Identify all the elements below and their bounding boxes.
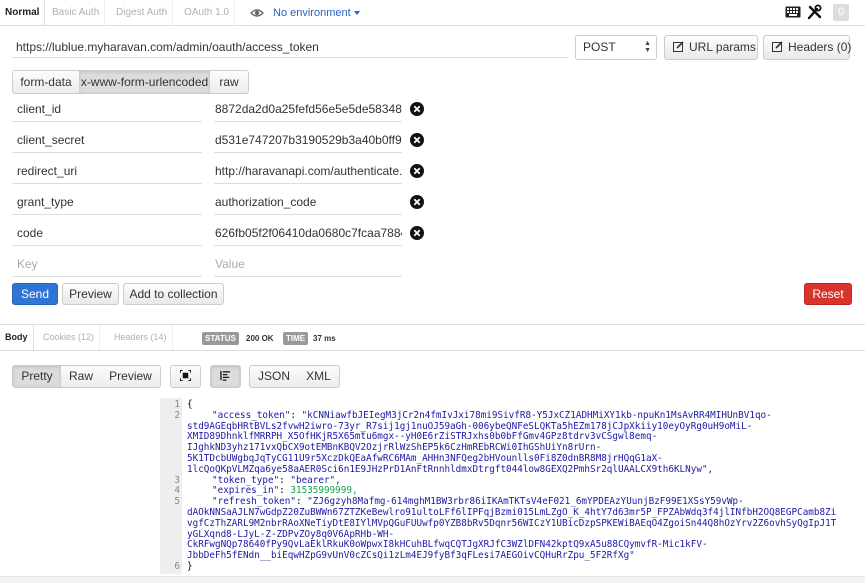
response-bar: Body Cookies (12) Headers (14) STATUS 20… (0, 324, 865, 351)
expand-icon (180, 370, 191, 381)
status-label: STATUS (202, 332, 239, 345)
url-params-label: URL params (689, 40, 756, 54)
method-select[interactable]: POST ▲ ▼ (575, 35, 657, 60)
param-value[interactable]: 8872da2d0a25fefd56e5e5de583484b1 (214, 96, 402, 122)
auth-tab-basic[interactable]: Basic Auth (47, 0, 106, 26)
fullscreen-button[interactable] (170, 365, 201, 388)
json-key: "expires_in" (212, 485, 280, 497)
align-left-icon (220, 370, 231, 381)
eye-icon[interactable] (250, 6, 264, 20)
tab-headers[interactable]: Headers (14) (109, 325, 173, 350)
json-string: "bearer", (290, 474, 341, 486)
new-param-row: Key Value (12, 251, 426, 282)
param-key[interactable]: client_secret (12, 127, 202, 153)
auth-bar: Normal Basic Auth Digest Auth OAuth 1.0 … (0, 0, 865, 26)
param-row: code 626fb05f2f06410da0680c7fcaa78841c (12, 220, 426, 251)
bottom-divider (0, 576, 865, 583)
param-value[interactable]: authorization_code (214, 189, 402, 215)
send-button[interactable]: Send (12, 283, 58, 305)
tab-raw[interactable]: raw (210, 70, 249, 94)
line-number: 2 (174, 409, 180, 421)
param-row: client_secret d531e747207b3190529b3a40b0… (12, 127, 426, 158)
json-string: vgfCzThZARL9M2nbrRAoXNeTiyDtE8IYlMVpQGuF… (187, 517, 837, 529)
line-number: 6 (174, 561, 180, 572)
add-to-collection-button[interactable]: Add to collection (123, 283, 224, 305)
remove-icon[interactable] (410, 102, 424, 116)
tab-body[interactable]: Body (0, 325, 34, 350)
headers-button[interactable]: Headers (0) (763, 35, 852, 60)
param-value[interactable]: 626fb05f2f06410da0680c7fcaa78841c (214, 220, 402, 246)
auth-tab-digest[interactable]: Digest Auth (111, 0, 174, 26)
view-preview[interactable]: Preview (101, 365, 161, 388)
param-key[interactable]: client_id (12, 96, 202, 122)
edit-icon (772, 41, 783, 52)
remove-icon[interactable] (410, 164, 424, 178)
json-string: "kCNNiawfbJEIegM3jCr2n4fmIvJxi78mi9SivfR… (301, 409, 772, 421)
edit-icon (673, 41, 684, 52)
url-input[interactable] (12, 36, 568, 58)
environment-select[interactable]: No environment (273, 0, 360, 26)
method-value: POST (583, 40, 616, 54)
auth-tab-normal[interactable]: Normal (0, 0, 46, 26)
time-value: 37 ms (313, 334, 336, 343)
time-label: TIME (283, 332, 309, 345)
headers-label: Headers (0) (788, 40, 852, 54)
reset-button[interactable]: Reset (804, 283, 852, 305)
tab-form-data[interactable]: form-data (12, 70, 80, 94)
keyboard-icon[interactable] (785, 6, 801, 18)
param-key[interactable]: code (12, 220, 202, 246)
param-key[interactable]: redirect_uri (12, 158, 202, 184)
json-brace: { (187, 399, 193, 410)
json-key: "refresh_token" (212, 496, 296, 508)
line-number: 5 (174, 496, 180, 508)
auth-tab-oauth[interactable]: OAuth 1.0 (179, 0, 236, 26)
chevron-down-icon (353, 11, 360, 16)
json-key: "token_type" (212, 474, 280, 486)
json-number: 31535999999, (290, 485, 358, 497)
json-string: JbbDeFh5fENdn__biEqwHZpG9vUnV0cZCsQi1zLm… (187, 550, 635, 562)
tools-icon[interactable] (807, 4, 822, 20)
tab-cookies[interactable]: Cookies (12) (38, 325, 101, 350)
param-value[interactable]: d531e747207b3190529b3a40b0ff97ee (214, 127, 402, 153)
param-value[interactable]: http://haravanapi.com/authenticate.php (214, 158, 402, 184)
param-row: grant_type authorization_code (12, 189, 426, 220)
preview-button[interactable]: Preview (62, 283, 119, 305)
url-params-button[interactable]: URL params (664, 35, 758, 60)
format-xml[interactable]: XML (298, 365, 340, 388)
select-arrows-icon: ▲ ▼ (644, 40, 651, 54)
value-input[interactable]: Value (214, 251, 402, 277)
remove-icon[interactable] (410, 226, 424, 240)
param-row: client_id 8872da2d0a25fefd56e5e5de583484… (12, 96, 426, 127)
param-key[interactable]: grant_type (12, 189, 202, 215)
tab-x-www-form-urlencoded[interactable]: x-www-form-urlencoded (79, 70, 211, 94)
response-body[interactable]: 1 2 3 4 5 6 { "access_token": "kCNNiawfb… (160, 398, 865, 574)
environment-label: No environment (273, 7, 351, 19)
json-key: "access_token" (212, 409, 291, 421)
format-json[interactable]: JSON (249, 365, 299, 388)
json-brace: } (187, 561, 193, 572)
param-row: redirect_uri http://haravanapi.com/authe… (12, 158, 426, 189)
json-string: "ZJ6gzyh8Mafmg-614mghM1BW3rbr86iIKAmTKTs… (307, 496, 744, 508)
remove-icon[interactable] (410, 133, 424, 147)
key-input[interactable]: Key (12, 251, 202, 277)
notification-badge[interactable]: 0 (833, 4, 849, 21)
status-value: 200 OK (246, 334, 274, 343)
wrap-lines-button[interactable] (210, 365, 241, 388)
view-pretty[interactable]: Pretty (12, 365, 62, 388)
json-line: "access_token": "kCNNiawfbJEIegM3jCr2n4f… (212, 409, 772, 421)
remove-icon[interactable] (410, 195, 424, 209)
view-raw[interactable]: Raw (61, 365, 102, 388)
